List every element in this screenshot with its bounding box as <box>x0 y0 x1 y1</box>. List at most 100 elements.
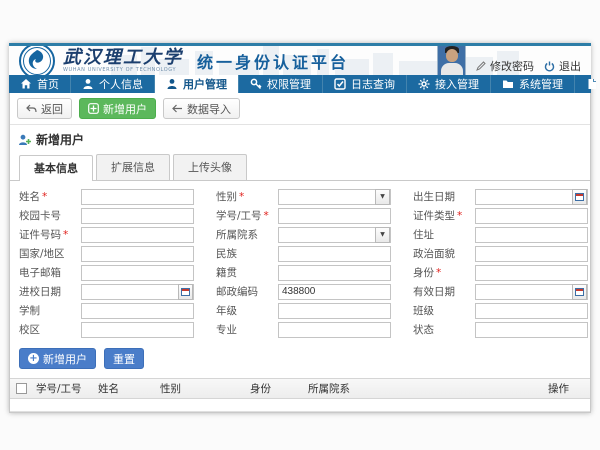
data-import-button[interactable]: 数据导入 <box>163 98 240 119</box>
calendar-icon[interactable] <box>572 284 587 300</box>
main-nav: 首页个人信息用户管理权限管理日志查询接入管理系统管理订阅管理 <box>9 75 591 93</box>
user-icon <box>82 78 94 90</box>
required-asterisk: * <box>63 229 68 241</box>
content-area: 返回 新增用户 数据导入 新增用户 <box>9 93 591 413</box>
field-label: 进校日期 <box>19 284 81 299</box>
back-button[interactable]: 返回 <box>17 98 72 119</box>
university-name-block: 武汉理工大学 WUHAN UNIVERSITY OF TECHNOLOGY <box>63 49 183 73</box>
tab-2[interactable]: 扩展信息 <box>96 154 170 180</box>
address-input[interactable] <box>475 227 588 243</box>
form-field-status: 状态 <box>413 320 583 339</box>
nav-tab-2[interactable]: 个人信息 <box>71 75 155 93</box>
field-label: 校区 <box>19 322 81 337</box>
field-label: 证件类型* <box>413 208 475 223</box>
nav-tab-5[interactable]: 日志查询 <box>323 75 407 93</box>
select-all-checkbox[interactable] <box>16 383 27 394</box>
calendar-icon[interactable] <box>178 284 193 300</box>
change-password-link[interactable]: 修改密码 <box>476 58 534 75</box>
calendar-icon[interactable] <box>572 189 587 205</box>
dropdown-arrow-icon[interactable]: ▼ <box>375 189 390 205</box>
required-asterisk: * <box>239 191 244 203</box>
user-icon <box>166 78 178 90</box>
country-input[interactable] <box>81 246 194 262</box>
university-logo <box>19 46 55 76</box>
form-field-postal-code: 邮政编码 <box>216 282 413 301</box>
id-type-input[interactable] <box>475 208 588 224</box>
nav-tab-label: 日志查询 <box>351 76 395 92</box>
id-number-input[interactable] <box>81 227 194 243</box>
nav-tab-1[interactable]: 首页 <box>9 75 71 93</box>
form-field-entry-date: 进校日期 <box>19 282 216 301</box>
nav-tab-4[interactable]: 权限管理 <box>239 75 323 93</box>
required-asterisk: * <box>264 210 269 222</box>
form-field-address: 住址 <box>413 225 583 244</box>
campus-card-input[interactable] <box>81 208 194 224</box>
users-table-header: 学号/工号姓名性别身份所属院系操作 <box>10 379 590 399</box>
university-name-cn: 武汉理工大学 <box>63 49 183 67</box>
nav-tab-label: 权限管理 <box>267 76 311 92</box>
email-input[interactable] <box>81 265 194 281</box>
plus-circle-icon: + <box>28 353 39 364</box>
user-avatar[interactable] <box>437 46 466 76</box>
status-input[interactable] <box>475 322 588 338</box>
political-status-input[interactable] <box>475 246 588 262</box>
form-field-native-place: 籍贯 <box>216 263 413 282</box>
add-user-icon <box>88 103 99 114</box>
field-label: 电子邮箱 <box>19 265 81 280</box>
field-label: 学制 <box>19 303 81 318</box>
grade-input[interactable] <box>278 303 391 319</box>
tab-3[interactable]: 上传头像 <box>173 154 247 180</box>
major-input[interactable] <box>278 322 391 338</box>
student-id-input[interactable] <box>278 208 391 224</box>
form-field-identity: 身份* <box>413 263 583 282</box>
field-label: 有效日期 <box>413 284 475 299</box>
nav-tab-8[interactable]: 订阅管理 <box>575 75 600 93</box>
form-field-id-type: 证件类型* <box>413 206 583 225</box>
submit-add-user-button[interactable]: + 新增用户 <box>19 348 96 369</box>
form-tabs: 基本信息扩展信息上传头像 <box>10 151 590 181</box>
key-icon <box>250 78 262 90</box>
toolbar-add-user-button[interactable]: 新增用户 <box>79 98 156 119</box>
form-field-campus: 校区 <box>19 320 216 339</box>
pencil-icon <box>476 61 486 71</box>
nav-tab-6[interactable]: 接入管理 <box>407 75 491 93</box>
table-column-header-3: 性别 <box>156 381 246 396</box>
class-input[interactable] <box>475 303 588 319</box>
home-icon <box>20 78 32 90</box>
field-label: 性别* <box>216 189 278 204</box>
postal-code-input[interactable] <box>278 284 391 300</box>
form-field-valid-date: 有效日期 <box>413 282 583 301</box>
tab-1[interactable]: 基本信息 <box>19 155 93 181</box>
gear-icon <box>418 78 430 90</box>
ethnicity-input[interactable] <box>278 246 391 262</box>
nav-tab-label: 用户管理 <box>183 76 227 92</box>
logout-link[interactable]: 退出 <box>544 58 581 75</box>
nav-tab-7[interactable]: 系统管理 <box>491 75 575 93</box>
table-column-header-2: 姓名 <box>94 381 156 396</box>
form-field-gender: 性别* ▼ <box>216 187 413 206</box>
new-user-icon <box>18 134 31 146</box>
field-label: 学号/工号* <box>216 208 278 223</box>
required-asterisk: * <box>457 210 462 222</box>
school-system-input[interactable] <box>81 303 194 319</box>
section-title-row: 新增用户 <box>10 125 590 151</box>
form-field-school-system: 学制 <box>19 301 216 320</box>
native-place-input[interactable] <box>278 265 391 281</box>
identity-input[interactable] <box>475 265 588 281</box>
dropdown-arrow-icon[interactable]: ▼ <box>375 227 390 243</box>
form-field-student-id: 学号/工号* <box>216 206 413 225</box>
form-field-major: 专业 <box>216 320 413 339</box>
name-input[interactable] <box>81 189 194 205</box>
nav-tab-label: 系统管理 <box>519 76 563 92</box>
table-column-header-1: 学号/工号 <box>32 381 94 396</box>
field-label: 专业 <box>216 322 278 337</box>
campus-input[interactable] <box>81 322 194 338</box>
required-asterisk: * <box>42 191 47 203</box>
reset-button[interactable]: 重置 <box>104 348 144 369</box>
nav-tab-3[interactable]: 用户管理 <box>155 75 239 93</box>
power-icon <box>544 61 555 72</box>
field-label: 姓名* <box>19 189 81 204</box>
new-user-form: 姓名*性别*▼出生日期校园卡号学号/工号*证件类型*证件号码*所属院系▼住址国家… <box>10 181 590 341</box>
form-field-class: 班级 <box>413 301 583 320</box>
form-field-birth-date: 出生日期 <box>413 187 583 206</box>
